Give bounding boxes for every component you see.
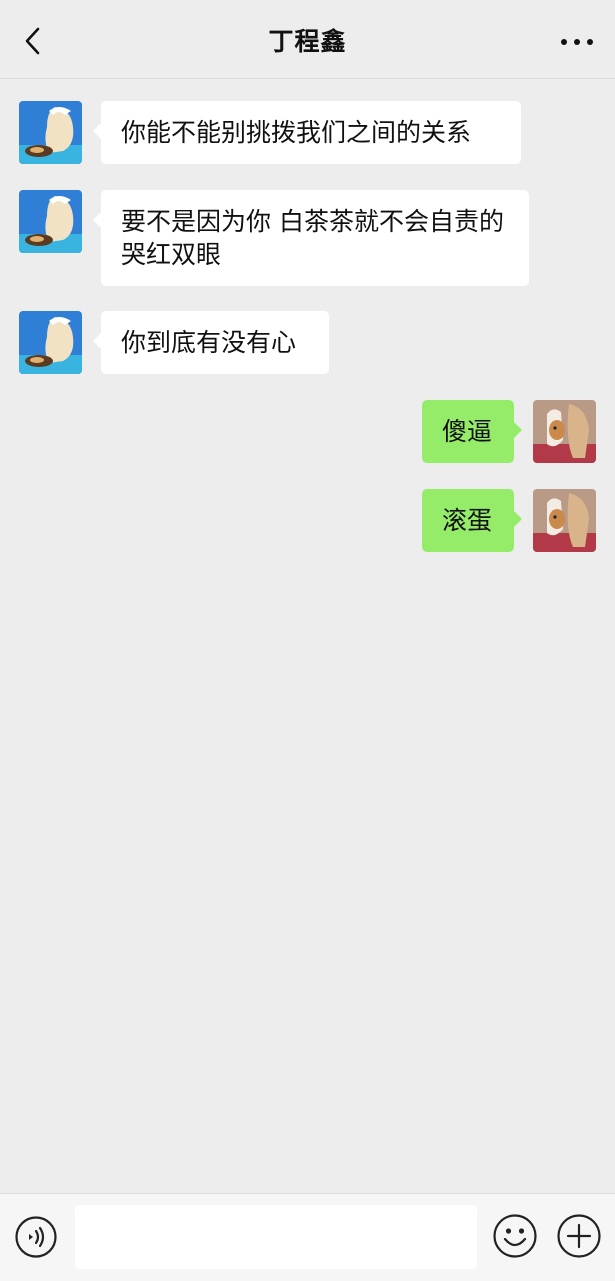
- emoji-button[interactable]: [492, 1213, 538, 1259]
- dog-photo-avatar-icon: [533, 489, 596, 552]
- message-row: 你能不能别挑拨我们之间的关系: [0, 78, 615, 168]
- message-bubble[interactable]: 你到底有没有心: [93, 311, 329, 374]
- message-bubble[interactable]: 傻逼: [422, 400, 522, 463]
- more-icon: [561, 39, 593, 45]
- plus-button[interactable]: [556, 1213, 602, 1259]
- message-text: 滚蛋: [442, 506, 493, 535]
- message-bubble[interactable]: 你能不能别挑拨我们之间的关系: [93, 101, 521, 164]
- chat-title: 丁程鑫: [268, 27, 347, 56]
- message-row: 滚蛋: [0, 468, 615, 558]
- blue-anime-avatar-icon: [19, 311, 82, 374]
- message-input[interactable]: [75, 1205, 477, 1269]
- message-text: 你能不能别挑拨我们之间的关系: [121, 118, 472, 147]
- contact-avatar[interactable]: [19, 190, 82, 253]
- more-button[interactable]: [557, 28, 597, 56]
- message-text: 傻逼: [442, 417, 493, 446]
- plus-icon: [557, 1214, 601, 1258]
- message-text: 你到底有没有心: [121, 328, 297, 357]
- user-avatar[interactable]: [533, 400, 596, 463]
- message-row: 你到底有没有心: [0, 288, 615, 378]
- voice-icon: [15, 1216, 57, 1258]
- blue-anime-avatar-icon: [19, 101, 82, 164]
- message-row: 傻逼: [0, 378, 615, 468]
- message-bubble[interactable]: 要不是因为你 白茶茶就不会自责的哭红双眼: [93, 190, 529, 286]
- blue-anime-avatar-icon: [19, 190, 82, 253]
- chat-header: 丁程鑫: [0, 0, 615, 79]
- dog-photo-avatar-icon: [533, 400, 596, 463]
- user-avatar[interactable]: [533, 489, 596, 552]
- emoji-icon: [493, 1214, 537, 1258]
- message-row: 要不是因为你 白茶茶就不会自责的哭红双眼: [0, 168, 615, 288]
- message-bubble[interactable]: 滚蛋: [422, 489, 522, 552]
- contact-avatar[interactable]: [19, 311, 82, 374]
- message-text: 要不是因为你 白茶茶就不会自责的哭红双眼: [121, 207, 504, 269]
- input-bar: [0, 1193, 615, 1281]
- voice-button[interactable]: [14, 1215, 58, 1259]
- contact-avatar[interactable]: [19, 101, 82, 164]
